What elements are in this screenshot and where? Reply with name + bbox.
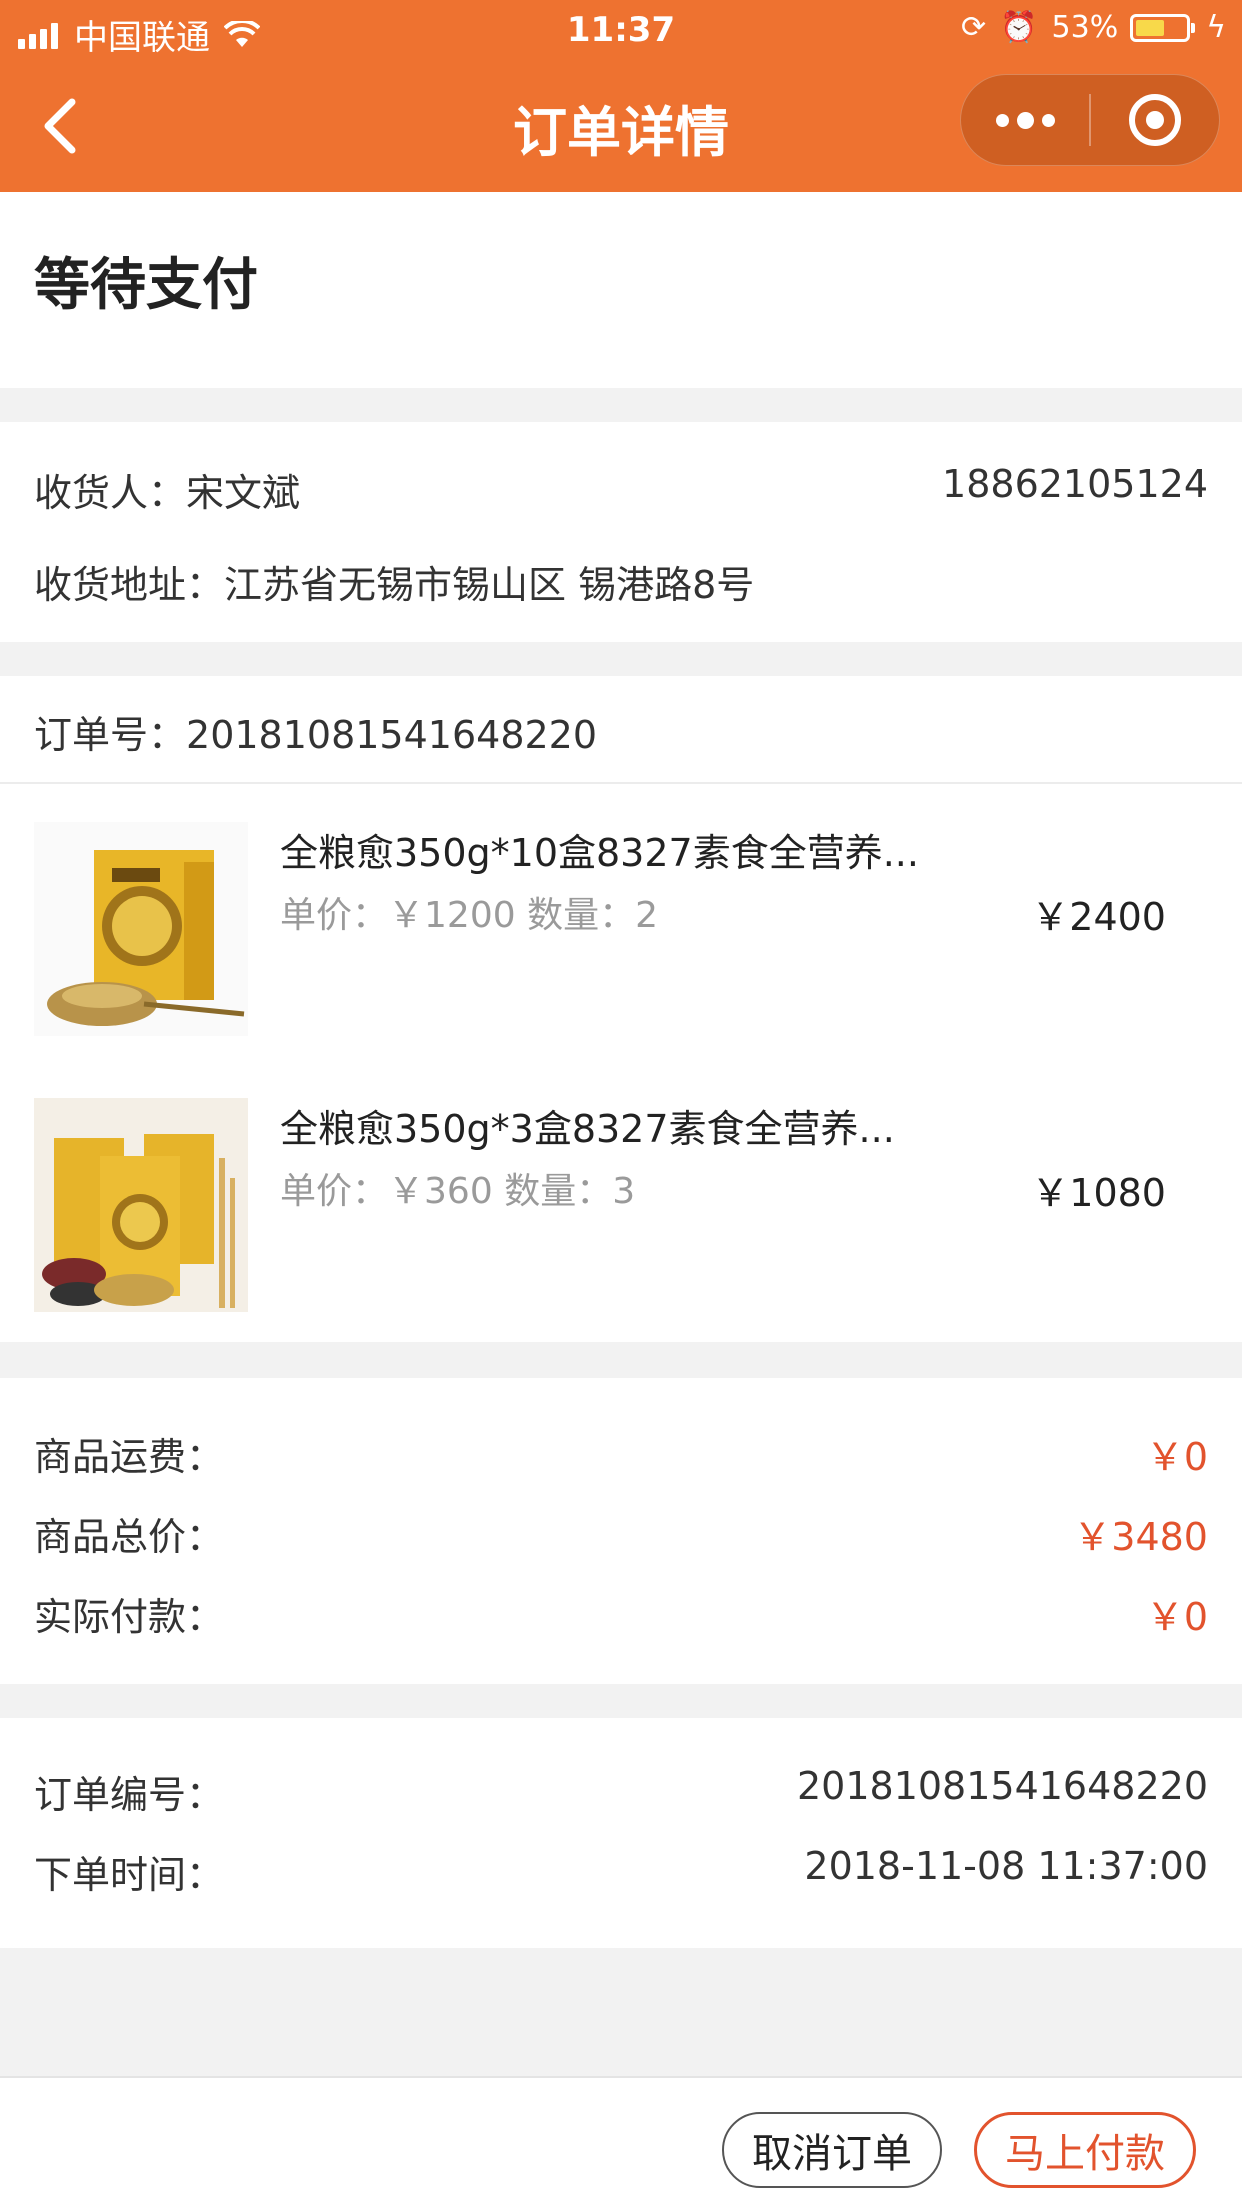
order-id-label: 订单编号：	[34, 1773, 225, 1817]
more-button[interactable]	[961, 74, 1089, 166]
order-items-section: 订单号：20181081541648220 全粮愈350g*10盒8327素食全…	[0, 676, 1242, 1342]
receiver-name-label: 收货人：	[34, 471, 187, 515]
quantity: 3	[612, 1171, 636, 1212]
receiver-phone: 18862105124	[942, 462, 1208, 506]
alarm-icon: ⏰	[1000, 10, 1038, 45]
receiver-section: 收货人：宋文斌 18862105124 收货地址：江苏省无锡市锡山区 锡港路8号	[0, 422, 1242, 642]
product-image	[34, 822, 248, 1036]
quantity-label: 数量：	[504, 1171, 613, 1212]
unit-price: ￥1200	[388, 895, 516, 936]
unit-price-label: 单价：	[280, 1171, 389, 1212]
status-right: ⟳ ⏰ 53% ϟ	[947, 10, 1226, 45]
quantity-label: 数量：	[527, 895, 636, 936]
order-number-row: 订单号：20181081541648220	[34, 704, 597, 759]
miniprogram-capsule	[960, 74, 1220, 166]
battery-icon	[1130, 13, 1196, 42]
status-bar: 中国联通 11:37 ⟳ ⏰ 53% ϟ	[0, 0, 1242, 62]
cancel-order-button[interactable]: 取消订单	[722, 2112, 942, 2188]
more-dots-icon	[992, 111, 1059, 129]
pay-now-button[interactable]: 马上付款	[974, 2112, 1196, 2188]
order-status-section: 等待支付	[0, 192, 1242, 388]
total-value: ￥3480	[1073, 1515, 1208, 1559]
charging-icon: ϟ	[1206, 10, 1226, 45]
rotation-lock-icon: ⟳	[961, 10, 987, 45]
product-title: 全粮愈350g*3盒8327素食全营养...	[280, 1107, 895, 1151]
quantity: 2	[635, 895, 659, 936]
paid-label: 实际付款：	[34, 1595, 225, 1639]
product-image	[34, 1098, 248, 1312]
close-miniprogram-button[interactable]	[1091, 74, 1219, 166]
total-label: 商品总价：	[34, 1515, 225, 1559]
product-meta: 单价：￥1200 数量：2	[280, 886, 658, 938]
nav-bar: 订单详情	[0, 62, 1242, 192]
order-number-value: 20181081541648220	[186, 713, 598, 757]
receiver-name: 宋文斌	[186, 471, 301, 515]
product-title: 全粮愈350g*10盒8327素食全营养...	[280, 831, 919, 875]
receiver-address-row: 收货地址：江苏省无锡市锡山区 锡港路8号	[34, 554, 754, 609]
address-value: 江苏省无锡市锡山区 锡港路8号	[224, 563, 755, 607]
order-number-label: 订单号：	[34, 713, 187, 757]
order-id-value: 20181081541648220	[796, 1764, 1208, 1808]
shipping-value: ￥0	[1145, 1435, 1208, 1479]
order-status: 等待支付	[34, 253, 258, 318]
address-label: 收货地址：	[34, 563, 225, 607]
footer-action-bar: 取消订单 马上付款	[0, 2076, 1242, 2208]
order-info-section: 订单编号： 20181081541648220 下单时间： 2018-11-08…	[0, 1718, 1242, 1948]
unit-price-label: 单价：	[280, 895, 389, 936]
order-time-value: 2018-11-08 11:37:00	[804, 1844, 1208, 1888]
receiver-name-row: 收货人：宋文斌	[34, 462, 300, 517]
divider	[0, 782, 1242, 784]
app-header: 中国联通 11:37 ⟳ ⏰ 53% ϟ 订单详情	[0, 0, 1242, 192]
product-meta: 单价：￥360 数量：3	[280, 1162, 635, 1214]
paid-value: ￥0	[1145, 1595, 1208, 1639]
price-summary-section: 商品运费： ￥0 商品总价： ￥3480 实际付款： ￥0	[0, 1378, 1242, 1684]
order-time-label: 下单时间：	[34, 1853, 225, 1897]
product-total: ￥1080	[1031, 1171, 1166, 1215]
unit-price: ￥360	[388, 1171, 493, 1212]
target-circle-icon	[1128, 94, 1181, 146]
battery-percent: 53%	[1051, 10, 1119, 45]
shipping-label: 商品运费：	[34, 1435, 225, 1479]
product-total: ￥2400	[1031, 895, 1166, 939]
